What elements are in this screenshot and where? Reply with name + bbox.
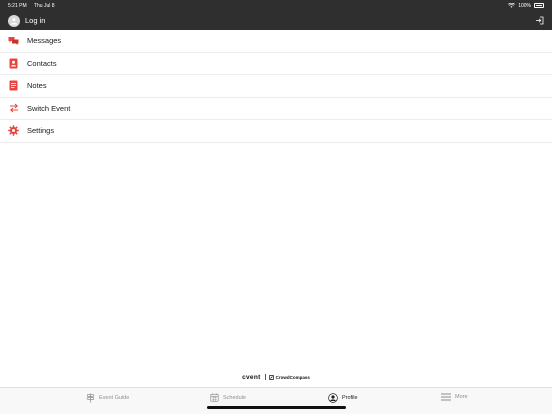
battery-icon bbox=[534, 3, 544, 8]
tab-schedule[interactable]: Schedule bbox=[210, 393, 246, 402]
crowdcompass-logo: CrowdCompass bbox=[269, 375, 310, 380]
avatar[interactable] bbox=[8, 14, 20, 27]
profile-menu: Messages Contacts Notes Switch Event Set… bbox=[0, 30, 552, 143]
header: Log in bbox=[0, 11, 552, 30]
status-left: 5:21 PM Thu Jul 8 bbox=[8, 3, 61, 9]
tab-profile[interactable]: Profile bbox=[328, 393, 358, 403]
tab-label-event-guide: Event Guide bbox=[99, 395, 130, 401]
crowdcompass-text: CrowdCompass bbox=[275, 374, 310, 380]
login-icon[interactable] bbox=[535, 16, 544, 25]
menu-item-notes[interactable]: Notes bbox=[0, 75, 552, 98]
cvent-logo: cvent bbox=[242, 373, 261, 381]
menu-label-contacts: Contacts bbox=[27, 58, 57, 68]
notes-icon bbox=[8, 80, 19, 91]
status-bar: 5:21 PM Thu Jul 8 100% bbox=[0, 0, 552, 11]
battery-fill bbox=[535, 4, 543, 7]
status-time: 5:21 PM bbox=[8, 2, 27, 9]
menu-item-settings[interactable]: Settings bbox=[0, 120, 552, 143]
hamburger-icon bbox=[441, 393, 451, 401]
menu-label-switch-event: Switch Event bbox=[27, 103, 71, 113]
brand-divider bbox=[264, 374, 266, 380]
switch-event-icon bbox=[8, 103, 19, 114]
tab-event-guide[interactable]: Event Guide bbox=[86, 393, 129, 403]
contacts-icon bbox=[8, 58, 19, 69]
avatar-person-icon bbox=[11, 17, 17, 24]
settings-icon bbox=[8, 125, 19, 136]
tab-label-more: More bbox=[455, 394, 468, 400]
crowdcompass-mark-icon bbox=[269, 374, 275, 380]
menu-label-notes: Notes bbox=[27, 81, 47, 91]
home-indicator[interactable] bbox=[207, 406, 346, 409]
menu-label-settings: Settings bbox=[27, 126, 55, 136]
tab-more[interactable]: More bbox=[441, 393, 468, 401]
brand-footer: cvent CrowdCompass bbox=[0, 372, 552, 382]
login-title[interactable]: Log in bbox=[25, 16, 45, 25]
calendar-icon bbox=[210, 393, 219, 402]
menu-item-switch-event[interactable]: Switch Event bbox=[0, 97, 552, 120]
menu-label-messages: Messages bbox=[27, 36, 62, 46]
profile-icon bbox=[328, 393, 338, 403]
menu-item-messages[interactable]: Messages bbox=[0, 30, 552, 53]
app-screen: 5:21 PM Thu Jul 8 100% Log in Messages C… bbox=[0, 0, 552, 414]
tab-label-schedule: Schedule bbox=[223, 394, 246, 401]
tab-bar: Event Guide Schedule Profile More bbox=[0, 387, 552, 414]
signpost-icon bbox=[86, 393, 95, 403]
battery-percent: 100% bbox=[518, 2, 531, 9]
status-date: Thu Jul 8 bbox=[33, 2, 55, 9]
tab-label-profile: Profile bbox=[342, 395, 358, 401]
menu-item-contacts[interactable]: Contacts bbox=[0, 52, 552, 75]
messages-icon bbox=[8, 35, 19, 46]
wifi-icon bbox=[508, 3, 516, 8]
status-right: 100% bbox=[508, 3, 544, 9]
